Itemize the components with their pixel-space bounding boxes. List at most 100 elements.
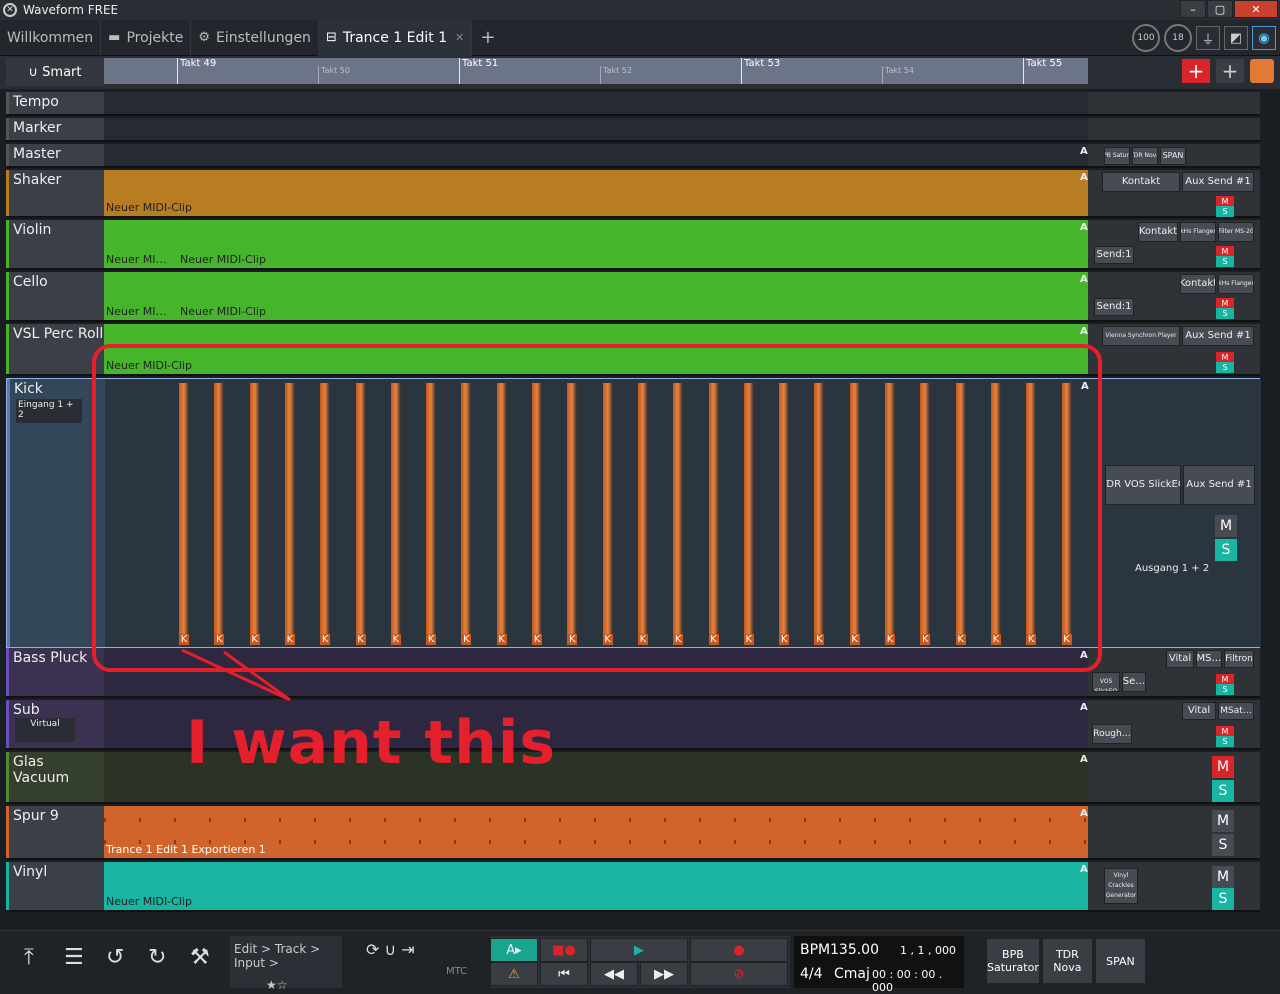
wrench-icon[interactable]: ⚒ bbox=[190, 945, 210, 970]
track-lane[interactable]: Neuer MI… Neuer MIDI-Clip bbox=[104, 272, 1088, 320]
solo-button[interactable]: S bbox=[1212, 780, 1234, 802]
send-label[interactable]: Send:1 bbox=[1094, 246, 1134, 264]
add-track-button[interactable]: + bbox=[1182, 59, 1210, 83]
auto-button[interactable]: A▸ bbox=[490, 938, 538, 962]
plugin-filtron[interactable]: Filtron bbox=[1224, 650, 1254, 668]
kick-hit[interactable] bbox=[814, 383, 825, 645]
kick-hit[interactable] bbox=[673, 383, 684, 645]
aux-send[interactable]: Aux Send #1 bbox=[1182, 172, 1254, 192]
automation-icon[interactable]: A bbox=[1080, 146, 1088, 157]
plugin-span[interactable]: SPAN bbox=[1094, 938, 1147, 984]
track-header[interactable]: Bass Pluck bbox=[6, 648, 104, 696]
plugin-tdr-nova[interactable]: TDR Nova bbox=[1041, 938, 1093, 984]
track-header[interactable]: Violin bbox=[6, 220, 104, 268]
rewind-button[interactable]: ◀◀ bbox=[590, 962, 638, 986]
automation-icon[interactable]: A bbox=[1080, 650, 1088, 661]
time-signature[interactable]: 4/4 bbox=[800, 966, 823, 982]
stop-icon[interactable]: ⊘ bbox=[690, 962, 788, 986]
clip-label[interactable]: Neuer MIDI-Clip bbox=[180, 305, 266, 318]
track-lane[interactable]: Trance 1 Edit 1 Exportieren 1 bbox=[104, 806, 1088, 858]
plugin-kontakt[interactable]: Kontakt bbox=[1138, 222, 1178, 242]
solo-button[interactable]: S bbox=[1212, 888, 1234, 910]
track-header[interactable]: Shaker bbox=[6, 170, 104, 216]
new-tab-button[interactable]: + bbox=[480, 27, 495, 48]
clip-label[interactable]: Neuer MIDI-Clip bbox=[106, 359, 192, 372]
timeline-ruler[interactable]: Takt 49 Takt 50 Takt 51 Takt 52 Takt 53 … bbox=[104, 58, 1088, 84]
mute-button[interactable]: M bbox=[1215, 515, 1237, 537]
time-value[interactable]: 00 : 00 : 00 . 000 bbox=[872, 968, 964, 994]
loop-icon[interactable]: ⟳ ∪ ⇥ bbox=[366, 940, 415, 959]
track-shaker[interactable]: Shaker Neuer MIDI-Clip A Kontakt Aux Sen… bbox=[6, 170, 1260, 218]
automation-icon[interactable]: A bbox=[1080, 274, 1088, 285]
key-value[interactable]: Cmaj bbox=[834, 966, 870, 982]
kick-hit[interactable] bbox=[284, 383, 295, 645]
kick-hit[interactable] bbox=[461, 383, 472, 645]
record-mode-button[interactable]: ■● bbox=[540, 938, 588, 962]
plugin-msat[interactable]: MSat… bbox=[1218, 702, 1254, 720]
record-button[interactable]: ● bbox=[690, 938, 788, 962]
track-lane[interactable] bbox=[104, 92, 1088, 114]
kick-hit[interactable] bbox=[885, 383, 895, 645]
close-tab-icon[interactable]: ✕ bbox=[455, 31, 464, 44]
clip-label[interactable]: Neuer MIDI-Clip bbox=[180, 253, 266, 266]
automation-icon[interactable]: A bbox=[1080, 754, 1088, 765]
kick-hit[interactable] bbox=[214, 383, 225, 645]
automation-icon[interactable]: A bbox=[1080, 172, 1088, 183]
track-header[interactable]: Spur 9 bbox=[6, 806, 104, 858]
kick-hit[interactable] bbox=[1061, 383, 1072, 645]
kick-hit[interactable] bbox=[602, 383, 613, 645]
track-cello[interactable]: Cello Neuer MI… Neuer MIDI-Clip A Kontak… bbox=[6, 272, 1260, 322]
solo-button[interactable]: S bbox=[1216, 206, 1234, 217]
close-button[interactable]: ✕ bbox=[1234, 0, 1278, 18]
automation-icon[interactable]: A bbox=[1080, 864, 1088, 875]
kick-hit[interactable] bbox=[496, 383, 507, 645]
plugin-ms20[interactable]: Filter MS-20 bbox=[1218, 222, 1254, 242]
plugin-bpb-saturator[interactable]: BPB Saturator bbox=[986, 938, 1040, 984]
track-lane[interactable]: Neuer MI… Neuer MIDI-Clip bbox=[104, 220, 1088, 268]
bpm-value[interactable]: 135.00 bbox=[830, 942, 879, 958]
clip-label[interactable]: Neuer MI… bbox=[106, 305, 167, 318]
tab-projekte[interactable]: ▬ Projekte bbox=[101, 19, 192, 56]
clip-label[interactable]: Neuer MI… bbox=[106, 253, 167, 266]
breadcrumb[interactable]: Edit > Track > Input > ★☆ bbox=[230, 936, 342, 992]
track-lane[interactable] bbox=[104, 118, 1088, 140]
plugin-rough[interactable]: Rough… bbox=[1092, 724, 1132, 744]
kick-hit[interactable] bbox=[743, 383, 754, 645]
track-lane[interactable]: Neuer MIDI-Clip bbox=[104, 324, 1088, 374]
kick-hit[interactable] bbox=[955, 383, 966, 645]
track-header[interactable]: Tempo bbox=[6, 92, 104, 114]
plugin-flanger[interactable]: kHs Flanger bbox=[1218, 274, 1254, 294]
output-label[interactable]: Ausgang 1 + 2 bbox=[1135, 563, 1209, 574]
track-lane[interactable] bbox=[104, 144, 1088, 166]
play-button[interactable]: ▶ bbox=[590, 938, 688, 962]
kick-hit[interactable] bbox=[320, 383, 331, 645]
solo-button[interactable]: S bbox=[1216, 308, 1234, 319]
kick-hit[interactable] bbox=[637, 383, 648, 645]
plugin-span[interactable]: SPAN bbox=[1160, 147, 1186, 165]
track-tempo[interactable]: Tempo bbox=[6, 92, 1260, 116]
kick-hit[interactable] bbox=[920, 383, 931, 645]
track-header[interactable]: Vinyl bbox=[6, 862, 104, 910]
kick-hit[interactable] bbox=[532, 383, 542, 645]
track-vinyl[interactable]: Vinyl Neuer MIDI-Clip A Vinyl Crackles G… bbox=[6, 862, 1260, 912]
solo-button[interactable]: S bbox=[1212, 834, 1234, 856]
resize-icon[interactable]: ◩ bbox=[1224, 26, 1248, 50]
track-lane[interactable]: Neuer MIDI-Clip bbox=[104, 862, 1088, 910]
input-selector[interactable]: Eingang 1 + 2 bbox=[16, 399, 82, 423]
kick-hit[interactable] bbox=[849, 383, 860, 645]
rewind-start-button[interactable]: ⏮ bbox=[540, 962, 588, 986]
plugin-tdr-nova[interactable]: TDR Nova bbox=[1132, 147, 1158, 165]
track-header[interactable]: Glas Vacuum bbox=[6, 752, 104, 802]
automation-icon[interactable]: A bbox=[1081, 381, 1089, 392]
add-button[interactable]: + bbox=[1216, 59, 1244, 83]
mute-button[interactable]: M bbox=[1212, 756, 1234, 778]
kick-hit[interactable] bbox=[567, 383, 578, 645]
track-marker[interactable]: Marker bbox=[6, 118, 1260, 142]
minimize-button[interactable]: – bbox=[1180, 0, 1206, 18]
solo-button[interactable]: S bbox=[1216, 362, 1234, 373]
send-label[interactable]: Send:1 bbox=[1094, 298, 1134, 316]
maximize-button[interactable]: ▢ bbox=[1207, 0, 1233, 18]
kick-hit[interactable] bbox=[779, 383, 790, 645]
kick-hit[interactable] bbox=[426, 383, 437, 645]
export-icon[interactable]: ⤒ bbox=[24, 945, 34, 970]
